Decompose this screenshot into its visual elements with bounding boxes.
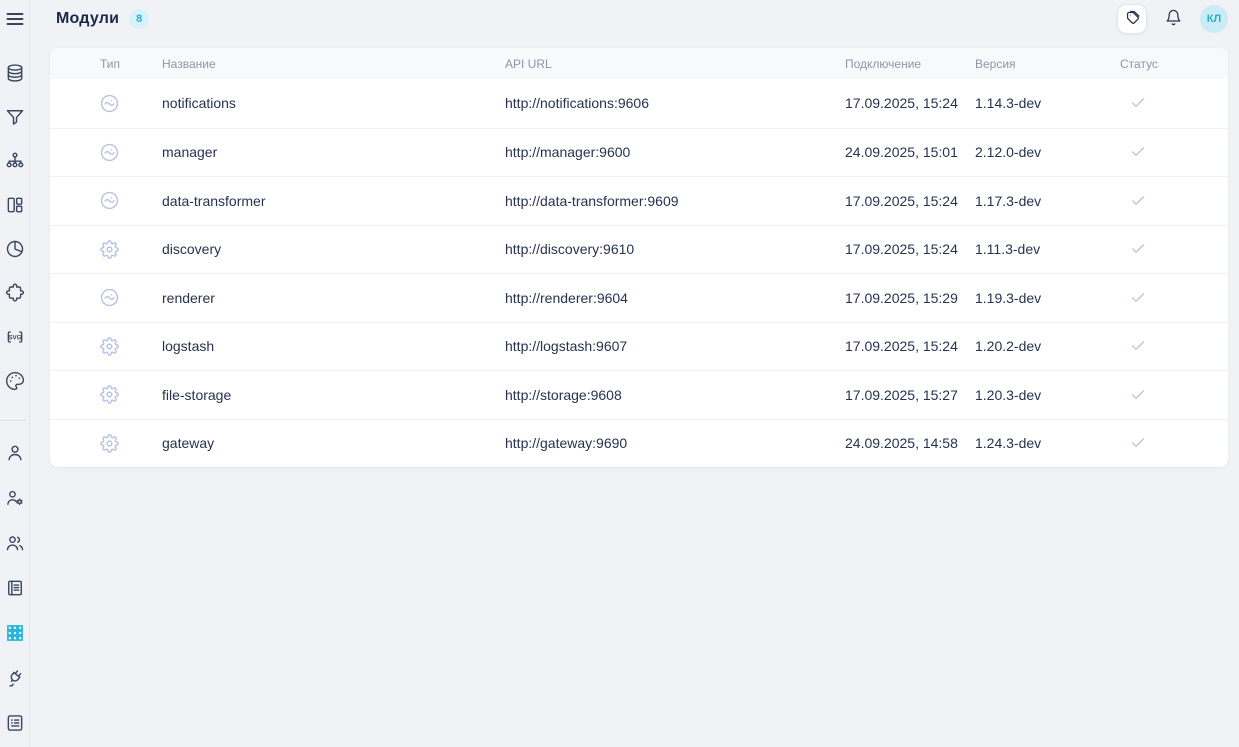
modules-grid-icon[interactable] [2, 620, 28, 646]
module-connected-at: 17.09.2025, 15:29 [845, 290, 975, 306]
status-check-icon [1120, 95, 1228, 111]
module-api-url: http://manager:9600 [505, 144, 845, 160]
gear-icon [50, 434, 162, 453]
user-icon[interactable] [2, 440, 28, 466]
column-header-type: Тип [50, 57, 162, 71]
table-row[interactable]: gateway http://gateway:9690 24.09.2025, … [50, 419, 1228, 468]
module-version: 1.20.3-dev [975, 387, 1120, 403]
user-settings-icon[interactable] [2, 485, 28, 511]
status-check-icon [1120, 387, 1228, 403]
module-api-url: http://storage:9608 [505, 387, 845, 403]
palette-icon[interactable] [2, 368, 28, 394]
sidebar-group-top: SVG [2, 60, 28, 394]
svg-file-icon[interactable]: SVG [2, 324, 28, 350]
column-header-connection: Подключение [845, 57, 975, 71]
module-logo-icon [50, 94, 162, 113]
module-api-url: http://logstash:9607 [505, 338, 845, 354]
sidebar-divider [0, 420, 26, 421]
filter-icon[interactable] [2, 104, 28, 130]
layout-icon[interactable] [2, 192, 28, 218]
topbar-actions: КЛ [1117, 4, 1228, 34]
puzzle-icon[interactable] [2, 280, 28, 306]
table-row[interactable]: renderer http://renderer:9604 17.09.2025… [50, 273, 1228, 322]
module-connected-at: 17.09.2025, 15:24 [845, 338, 975, 354]
modules-table-card: Тип Название API URL Подключение Версия … [50, 48, 1228, 467]
module-version: 1.19.3-dev [975, 290, 1120, 306]
module-version: 1.11.3-dev [975, 241, 1120, 257]
module-logo-icon [50, 191, 162, 210]
svg-text:SVG: SVG [8, 334, 21, 341]
topbar: Модули 8 КЛ [30, 0, 1239, 38]
notifications-bell-button[interactable] [1165, 9, 1182, 29]
app-root: SVG [0, 0, 1239, 747]
gear-icon [50, 337, 162, 356]
module-name: manager [162, 144, 505, 160]
status-check-icon [1120, 144, 1228, 160]
module-connected-at: 24.09.2025, 15:01 [845, 144, 975, 160]
status-check-icon [1120, 193, 1228, 209]
users-icon[interactable] [2, 530, 28, 556]
module-version: 2.12.0-dev [975, 144, 1120, 160]
status-check-icon [1120, 241, 1228, 257]
module-name: gateway [162, 435, 505, 451]
table-row[interactable]: file-storage http://storage:9608 17.09.2… [50, 370, 1228, 419]
pie-chart-icon[interactable] [2, 236, 28, 262]
column-header-version: Версия [975, 57, 1120, 71]
module-version: 1.20.2-dev [975, 338, 1120, 354]
column-header-status: Статус [1120, 57, 1228, 71]
module-name: file-storage [162, 387, 505, 403]
gear-icon [50, 385, 162, 404]
table-row[interactable]: notifications http://notifications:9606 … [50, 79, 1228, 128]
module-name: renderer [162, 290, 505, 306]
module-name: notifications [162, 95, 505, 111]
module-connected-at: 17.09.2025, 15:24 [845, 193, 975, 209]
module-version: 1.14.3-dev [975, 95, 1120, 111]
table-header-row: Тип Название API URL Подключение Версия … [50, 48, 1228, 79]
module-connected-at: 17.09.2025, 15:27 [845, 387, 975, 403]
module-api-url: http://renderer:9604 [505, 290, 845, 306]
hamburger-icon[interactable] [2, 6, 28, 32]
module-version: 1.17.3-dev [975, 193, 1120, 209]
checklist-icon[interactable] [2, 710, 28, 736]
module-logo-icon [50, 288, 162, 307]
module-api-url: http://gateway:9690 [505, 435, 845, 451]
journal-icon[interactable] [2, 575, 28, 601]
table-row[interactable]: manager http://manager:9600 24.09.2025, … [50, 128, 1228, 177]
table-row[interactable]: discovery http://discovery:9610 17.09.20… [50, 225, 1228, 274]
tags-button[interactable] [1117, 4, 1147, 34]
module-name: logstash [162, 338, 505, 354]
bell-icon [1165, 9, 1182, 29]
table-body: notifications http://notifications:9606 … [50, 79, 1228, 467]
user-avatar[interactable]: КЛ [1200, 5, 1228, 33]
module-logo-icon [50, 143, 162, 162]
module-name: discovery [162, 241, 505, 257]
module-name: data-transformer [162, 193, 505, 209]
hierarchy-icon[interactable] [2, 148, 28, 174]
module-connected-at: 24.09.2025, 14:58 [845, 435, 975, 451]
module-api-url: http://discovery:9610 [505, 241, 845, 257]
module-version: 1.24.3-dev [975, 435, 1120, 451]
gear-icon [50, 240, 162, 259]
module-connected-at: 17.09.2025, 15:24 [845, 95, 975, 111]
page-title: Модули [56, 10, 119, 28]
main-content: Модули 8 КЛ Тип Названи [30, 0, 1239, 747]
modules-count-badge: 8 [129, 9, 149, 29]
status-check-icon [1120, 290, 1228, 306]
sidebar-group-bottom [2, 440, 28, 736]
table-row[interactable]: data-transformer http://data-transformer… [50, 176, 1228, 225]
plug-icon[interactable] [2, 665, 28, 691]
tags-icon [1124, 9, 1141, 29]
status-check-icon [1120, 435, 1228, 451]
sidebar: SVG [0, 0, 30, 747]
module-api-url: http://data-transformer:9609 [505, 193, 845, 209]
module-connected-at: 17.09.2025, 15:24 [845, 241, 975, 257]
table-row[interactable]: logstash http://logstash:9607 17.09.2025… [50, 322, 1228, 371]
column-header-api-url: API URL [505, 57, 845, 71]
status-check-icon [1120, 338, 1228, 354]
database-icon[interactable] [2, 60, 28, 86]
module-api-url: http://notifications:9606 [505, 95, 845, 111]
column-header-name: Название [162, 57, 505, 71]
